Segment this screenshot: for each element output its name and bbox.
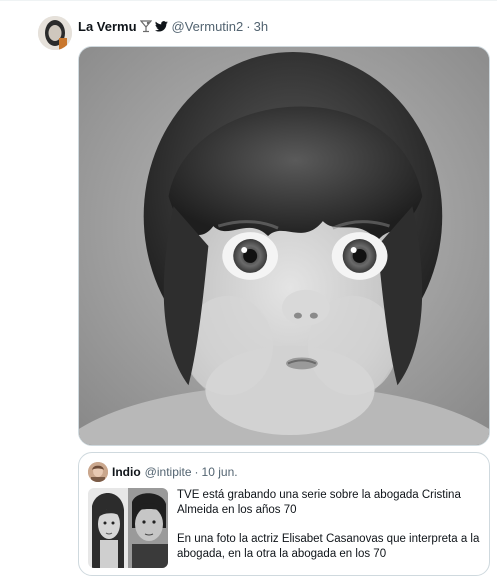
quoted-tweet-paragraph-2: En una foto la actriz Elisabet Casanovas…	[177, 533, 480, 560]
quoted-author-avatar[interactable]	[88, 462, 108, 482]
top-divider	[0, 0, 497, 1]
quoted-header-separator: ·	[194, 465, 199, 479]
author-handle[interactable]: @Vermutin2	[172, 19, 244, 34]
author-avatar[interactable]	[38, 16, 72, 50]
thumbnail-image	[88, 488, 168, 568]
tweet-timestamp[interactable]: 3h	[254, 19, 268, 34]
quoted-tweet-header: Indio @intipite · 10 jun.	[88, 462, 238, 482]
quoted-tweet-thumbnail[interactable]	[88, 488, 168, 568]
avatar-image	[38, 16, 72, 50]
header-separator: ·	[246, 18, 251, 34]
tweet-photo[interactable]	[78, 46, 490, 446]
cocktail-icon	[139, 19, 152, 33]
quoted-author-name[interactable]: Indio	[112, 465, 141, 479]
quoted-tweet-paragraph-1: TVE está grabando una serie sobre la abo…	[177, 489, 461, 516]
twitter-bird-icon	[154, 20, 168, 32]
quoted-tweet-timestamp[interactable]: 10 jun.	[202, 465, 238, 479]
quoted-tweet-text: TVE está grabando una serie sobre la abo…	[177, 488, 483, 562]
author-name[interactable]: La Vermu	[78, 19, 137, 34]
quoted-author-handle[interactable]: @intipite	[145, 465, 192, 479]
quoted-tweet-card[interactable]: Indio @intipite · 10 jun. TVE está graba…	[78, 452, 490, 576]
baby-photo-image	[79, 47, 489, 445]
tweet-header: La Vermu @Vermutin2 · 3h	[78, 16, 268, 36]
